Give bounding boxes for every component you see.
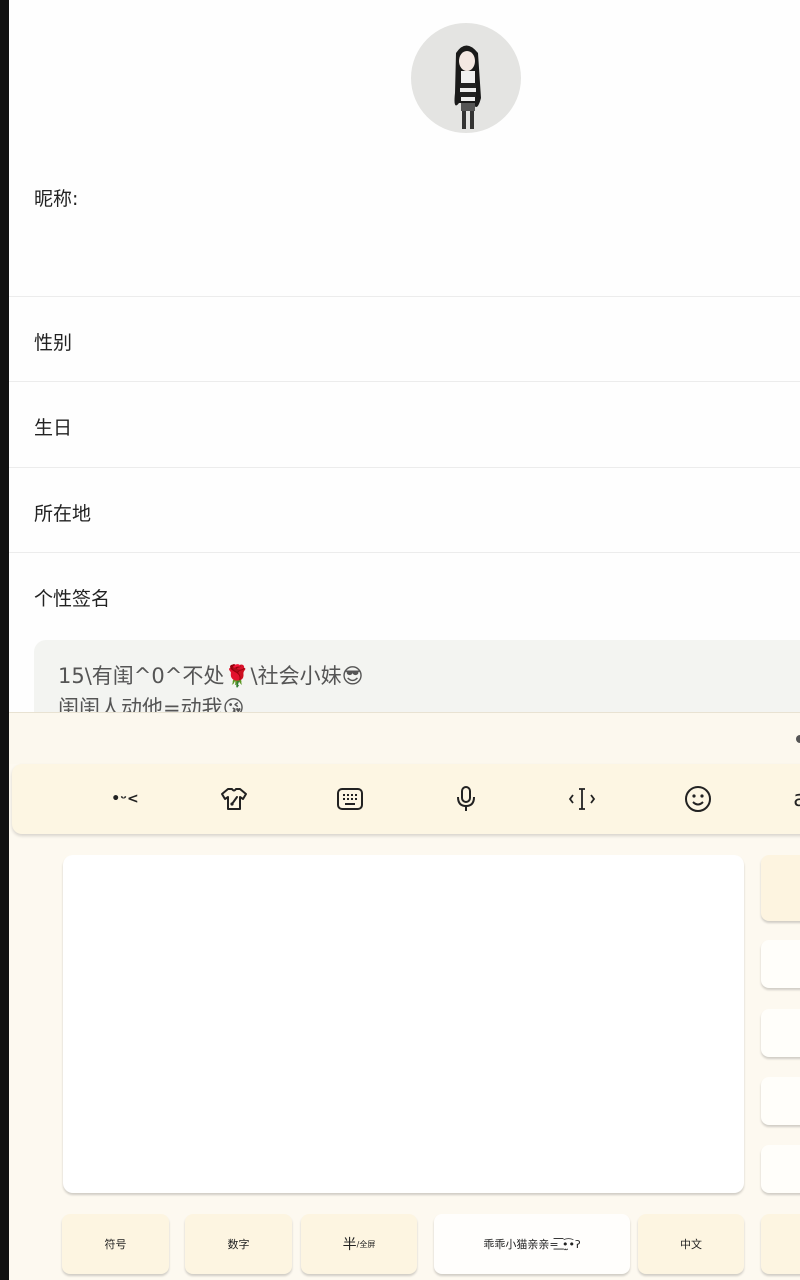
nickname-row[interactable]: 昵称: bbox=[9, 160, 800, 297]
birthday-label: 生日 bbox=[34, 417, 73, 439]
kaomoji-button[interactable]: •ᵕ< bbox=[103, 782, 147, 816]
signature-row: 个性签名 bbox=[9, 553, 800, 640]
number-key-label: 数字 bbox=[227, 1238, 250, 1251]
enter-key[interactable] bbox=[761, 1214, 800, 1274]
half-key-label: 半 bbox=[342, 1237, 357, 1253]
symbol-key[interactable]: 符号 bbox=[62, 1214, 169, 1274]
symbol-key-label: 符号 bbox=[104, 1238, 127, 1251]
chinese-key[interactable]: 中文 bbox=[638, 1214, 744, 1274]
location-row[interactable]: 所在地 bbox=[9, 468, 800, 553]
keyboard-handle-icon[interactable] bbox=[796, 735, 800, 743]
emoji-button[interactable] bbox=[681, 782, 715, 816]
input-method-keyboard: •ᵕ< a 符号 数字 半 /全屏 乖乖小猫亲亲=͟͟͞͞ •̫͡•ʔ 中文 bbox=[9, 712, 800, 1280]
fullscreen-key-label: /全屏 bbox=[356, 1239, 376, 1249]
keyboard-icon bbox=[337, 788, 363, 810]
gender-row[interactable]: 性别 bbox=[9, 297, 800, 382]
cursor-edit-button[interactable] bbox=[565, 782, 599, 816]
skin-button[interactable] bbox=[217, 782, 251, 816]
signature-line-2: 闺闺人动他=动我😘 bbox=[58, 696, 245, 713]
avatar[interactable] bbox=[411, 23, 521, 133]
skin-icon bbox=[221, 788, 247, 810]
gender-label: 性别 bbox=[34, 332, 73, 354]
keyboard-toolbar: •ᵕ< a bbox=[12, 764, 800, 834]
space-key-label: 乖乖小猫亲亲=͟͟͞͞ •̫͡•ʔ bbox=[483, 1238, 581, 1251]
location-label: 所在地 bbox=[34, 503, 92, 525]
signature-label: 个性签名 bbox=[34, 588, 111, 610]
more-tools-icon: a bbox=[793, 786, 800, 812]
side-key-5[interactable] bbox=[761, 1145, 800, 1193]
kaomoji-label: •ᵕ< bbox=[111, 791, 139, 807]
avatar-illustration bbox=[454, 45, 481, 129]
side-key-4[interactable] bbox=[761, 1077, 800, 1125]
birthday-row[interactable]: 生日 bbox=[9, 382, 800, 468]
more-tools-button[interactable]: a bbox=[790, 782, 800, 816]
microphone-icon bbox=[457, 786, 475, 811]
side-key-3[interactable] bbox=[761, 1009, 800, 1057]
side-key-2[interactable] bbox=[761, 940, 800, 988]
signature-line-1: 15\有闺^0^不处🌹\社会小妹😎 bbox=[58, 664, 364, 688]
space-key[interactable]: 乖乖小猫亲亲=͟͟͞͞ •̫͡•ʔ bbox=[434, 1214, 630, 1274]
emoji-icon bbox=[685, 786, 711, 812]
nickname-label: 昵称: bbox=[34, 188, 79, 210]
voice-input-button[interactable] bbox=[449, 782, 483, 816]
handwriting-area[interactable] bbox=[63, 855, 744, 1193]
number-key[interactable]: 数字 bbox=[185, 1214, 292, 1274]
keyboard-switch-button[interactable] bbox=[333, 782, 367, 816]
chinese-key-label: 中文 bbox=[680, 1238, 702, 1251]
left-edge-bar bbox=[0, 0, 9, 1280]
text-cursor-icon bbox=[568, 788, 596, 810]
keyboard-top-bar bbox=[9, 712, 800, 764]
half-fullscreen-key[interactable]: 半/全屏 bbox=[301, 1214, 417, 1274]
side-key-1[interactable] bbox=[761, 855, 800, 921]
signature-input[interactable]: 15\有闺^0^不处🌹\社会小妹😎 闺闺人动他=动我😘 bbox=[34, 640, 800, 713]
